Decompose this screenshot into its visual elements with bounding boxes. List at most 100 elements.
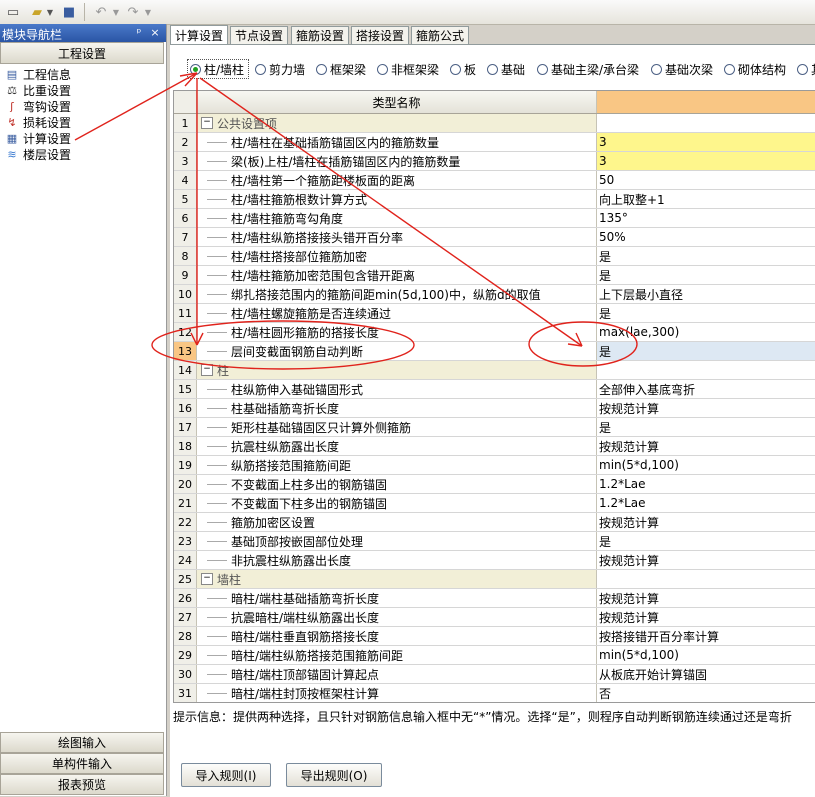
radio-other[interactable]: 其	[797, 61, 815, 77]
row-value-cell[interactable]: 按规范计算	[597, 551, 815, 569]
collapse-icon[interactable]: −	[201, 117, 213, 129]
nav-item-project-info[interactable]: ▤ 工程信息	[4, 66, 71, 82]
radio-column[interactable]: 柱/墙柱	[190, 61, 244, 77]
table-row[interactable]: 19 纵筋搭接范围箍筋间距 min(5*d,100)	[174, 456, 815, 475]
report-preview-button[interactable]: 报表预览	[0, 774, 164, 795]
table-row[interactable]: 5 柱/墙柱箍筋根数计算方式 向上取整+1	[174, 190, 815, 209]
radio-non-frame-beam[interactable]: 非框架梁	[377, 61, 439, 77]
row-value-cell[interactable]: 是	[597, 247, 815, 265]
table-row[interactable]: 4 柱/墙柱第一个箍筋距楼板面的距离 50	[174, 171, 815, 190]
table-row[interactable]: 18 抗震柱纵筋露出长度 按规范计算	[174, 437, 815, 456]
nav-item-loss[interactable]: ↯ 损耗设置	[4, 114, 71, 130]
row-value-cell[interactable]: 按规范计算	[597, 589, 815, 607]
table-row[interactable]: 24 非抗震柱纵筋露出长度 按规范计算	[174, 551, 815, 570]
pin-icon[interactable]: ᵖ	[132, 25, 146, 39]
table-row[interactable]: 6 柱/墙柱箍筋弯勾角度 135°	[174, 209, 815, 228]
table-row[interactable]: 13 层间变截面钢筋自动判断 是	[174, 342, 815, 361]
table-row[interactable]: 23 基础顶部按嵌固部位处理 是	[174, 532, 815, 551]
row-value-cell[interactable]: 否	[597, 684, 815, 702]
tab-stirrup-formula[interactable]: 箍筋公式	[411, 26, 469, 44]
row-value-cell[interactable]: min(5*d,100)	[597, 646, 815, 664]
row-value-cell[interactable]	[597, 570, 815, 588]
table-row[interactable]: 11 柱/墙柱螺旋箍筋是否连续通过 是	[174, 304, 815, 323]
row-value-cell[interactable]: 3	[597, 133, 815, 151]
row-value-cell[interactable]: 按规范计算	[597, 399, 815, 417]
table-row[interactable]: 15 柱纵筋伸入基础锚固形式 全部伸入基底弯折	[174, 380, 815, 399]
group-row[interactable]: 25− 墙柱	[174, 570, 815, 589]
row-value-cell[interactable]: 全部伸入基底弯折	[597, 380, 815, 398]
table-row[interactable]: 27 抗震暗柱/端柱纵筋露出长度 按规范计算	[174, 608, 815, 627]
row-value-cell[interactable]: 是	[597, 532, 815, 550]
table-row[interactable]: 28 暗柱/端柱垂直钢筋搭接长度 按搭接错开百分率计算	[174, 627, 815, 646]
row-value-cell[interactable]: 50	[597, 171, 815, 189]
table-row[interactable]: 8 柱/墙柱搭接部位箍筋加密 是	[174, 247, 815, 266]
radio-foundation-secondary-beam[interactable]: 基础次梁	[651, 61, 713, 77]
table-row[interactable]: 21 不变截面下柱多出的钢筋锚固 1.2*Lae	[174, 494, 815, 513]
radio-frame-beam[interactable]: 框架梁	[316, 61, 366, 77]
row-value-cell[interactable]: max(lae,300)	[597, 323, 815, 341]
table-row[interactable]: 17 矩形柱基础锚固区只计算外侧箍筋 是	[174, 418, 815, 437]
row-value-cell[interactable]: 是	[597, 304, 815, 322]
group-row[interactable]: 14− 柱	[174, 361, 815, 380]
row-value-cell[interactable]	[597, 361, 815, 379]
chevron-down-icon[interactable]: ▼	[112, 6, 120, 18]
row-value-cell[interactable]: 上下层最小直径	[597, 285, 815, 303]
row-value-cell[interactable]: 按搭接错开百分率计算	[597, 627, 815, 645]
tab-stirrup-settings[interactable]: 箍筋设置	[291, 26, 349, 44]
table-row[interactable]: 12 柱/墙柱圆形箍筋的搭接长度 max(lae,300)	[174, 323, 815, 342]
drawing-input-button[interactable]: 绘图输入	[0, 732, 164, 753]
save-icon[interactable]: ■	[60, 3, 78, 21]
row-value-cell[interactable]: 向上取整+1	[597, 190, 815, 208]
tab-calc-settings[interactable]: 计算设置	[170, 25, 228, 44]
single-component-input-button[interactable]: 单构件输入	[0, 753, 164, 774]
row-value-cell[interactable]: 按规范计算	[597, 513, 815, 531]
radio-masonry[interactable]: 砌体结构	[724, 61, 786, 77]
chevron-down-icon[interactable]: ▼	[144, 6, 152, 18]
row-value-cell[interactable]: min(5*d,100)	[597, 456, 815, 474]
row-value-cell[interactable]: 1.2*Lae	[597, 494, 815, 512]
group-row[interactable]: 1− 公共设置项	[174, 114, 815, 133]
table-row[interactable]: 26 暗柱/端柱基础插筋弯折长度 按规范计算	[174, 589, 815, 608]
table-row[interactable]: 31 暗柱/端柱封顶按框架柱计算 否	[174, 684, 815, 702]
export-rules-button[interactable]: 导出规则(O)	[286, 763, 382, 787]
table-row[interactable]: 10 绑扎搭接范围内的箍筋间距min(5d,100)中，纵筋d的取值 上下层最小直径	[174, 285, 815, 304]
table-row[interactable]: 20 不变截面上柱多出的钢筋锚固 1.2*Lae	[174, 475, 815, 494]
undo-icon[interactable]: ↶	[92, 3, 110, 21]
tab-node-settings[interactable]: 节点设置	[230, 26, 288, 44]
row-value-cell[interactable]: 3	[597, 152, 815, 170]
nav-item-hook[interactable]: ʃ 弯钩设置	[4, 98, 71, 114]
row-value-cell[interactable]: 是	[597, 342, 815, 360]
open-folder-icon[interactable]: ▰	[28, 3, 46, 21]
row-value-cell[interactable]: 按规范计算	[597, 437, 815, 455]
collapse-icon[interactable]: −	[201, 573, 213, 585]
table-row[interactable]: 22 箍筋加密区设置 按规范计算	[174, 513, 815, 532]
table-row[interactable]: 2 柱/墙柱在基础插筋锚固区内的箍筋数量 3	[174, 133, 815, 152]
row-value-cell[interactable]: 是	[597, 266, 815, 284]
import-rules-button[interactable]: 导入规则(I)	[181, 763, 271, 787]
chevron-down-icon[interactable]: ▼	[46, 6, 54, 18]
table-row[interactable]: 3 梁(板)上柱/墙柱在插筋锚固区内的箍筋数量 3	[174, 152, 815, 171]
row-value-cell[interactable]: 是	[597, 418, 815, 436]
new-file-icon[interactable]: ▭	[4, 3, 22, 21]
row-value-cell[interactable]: 1.2*Lae	[597, 475, 815, 493]
nav-item-calc[interactable]: ▦ 计算设置	[4, 130, 71, 146]
radio-slab[interactable]: 板	[450, 61, 476, 77]
close-icon[interactable]: ×	[148, 25, 162, 39]
radio-shear-wall[interactable]: 剪力墙	[255, 61, 305, 77]
table-row[interactable]: 9 柱/墙柱箍筋加密范围包含错开距离 是	[174, 266, 815, 285]
redo-icon[interactable]: ↷	[124, 3, 142, 21]
table-row[interactable]: 30 暗柱/端柱顶部锚固计算起点 从板底开始计算锚固	[174, 665, 815, 684]
tab-lap-settings[interactable]: 搭接设置	[351, 26, 409, 44]
project-settings-button[interactable]: 工程设置	[0, 42, 164, 64]
radio-foundation[interactable]: 基础	[487, 61, 525, 77]
table-row[interactable]: 29 暗柱/端柱纵筋搭接范围箍筋间距 min(5*d,100)	[174, 646, 815, 665]
collapse-icon[interactable]: −	[201, 364, 213, 376]
radio-foundation-main-beam[interactable]: 基础主梁/承台梁	[537, 61, 639, 77]
nav-item-floor[interactable]: ≋ 楼层设置	[4, 146, 71, 162]
table-row[interactable]: 16 柱基础插筋弯折长度 按规范计算	[174, 399, 815, 418]
row-value-cell[interactable]: 按规范计算	[597, 608, 815, 626]
row-value-cell[interactable]: 从板底开始计算锚固	[597, 665, 815, 683]
nav-item-weight[interactable]: ⚖ 比重设置	[4, 82, 71, 98]
row-value-cell[interactable]: 50%	[597, 228, 815, 246]
row-value-cell[interactable]	[597, 114, 815, 132]
